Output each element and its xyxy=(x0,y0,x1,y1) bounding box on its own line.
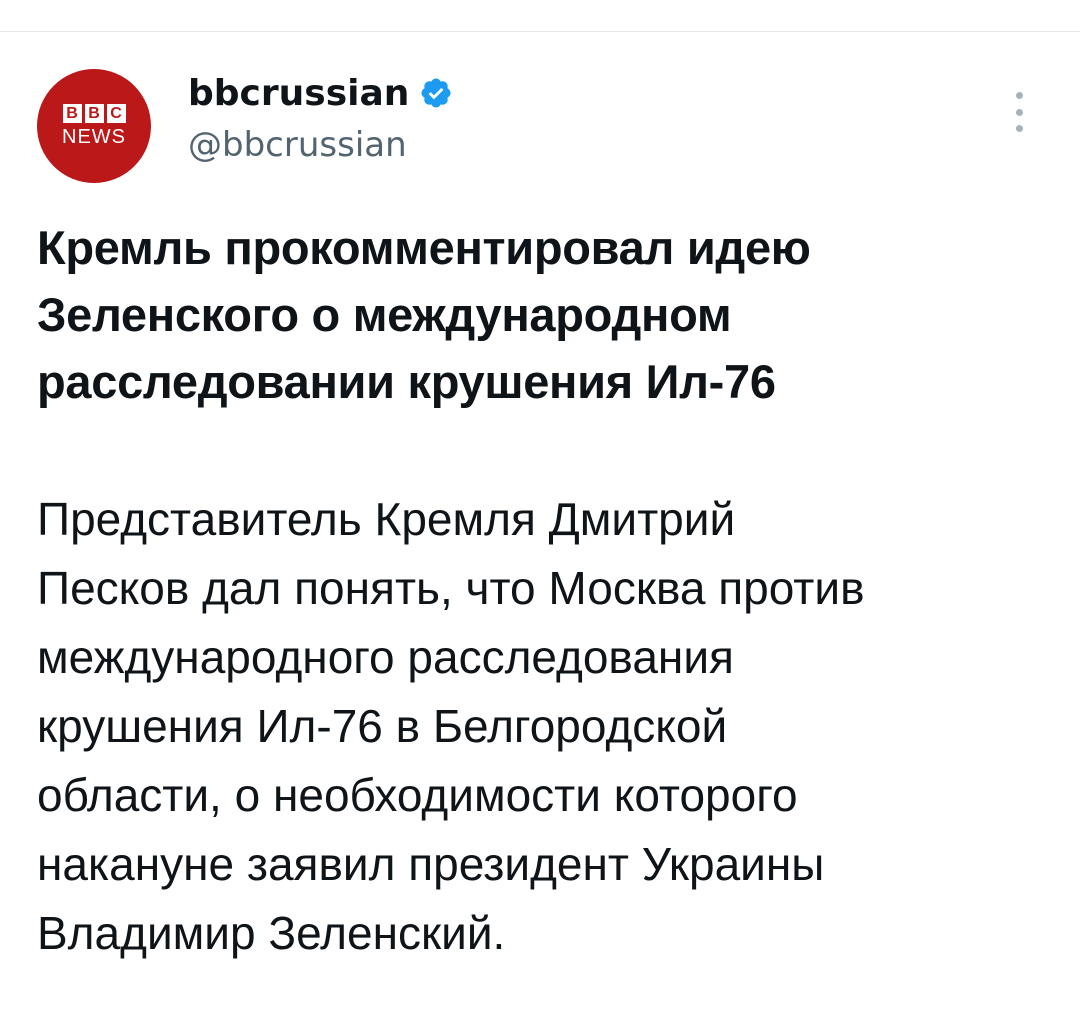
tweet-headline: Кремль прокомментировал идею Зеленского … xyxy=(37,221,811,408)
author-handle[interactable]: @bbcrussian xyxy=(188,125,407,165)
bbc-logo-letter: C xyxy=(106,104,126,123)
tweet-body: Представитель Кремля Дмитрий Песков дал … xyxy=(37,493,865,959)
verified-badge-icon xyxy=(419,76,453,110)
more-dot xyxy=(1015,108,1023,116)
top-divider xyxy=(0,31,1080,32)
bbc-logo-blocks: B B C xyxy=(62,104,126,123)
bbc-logo-letter: B xyxy=(62,104,82,123)
bbc-logo-letter: B xyxy=(84,104,104,123)
more-dot xyxy=(1015,125,1023,132)
avatar[interactable]: B B C NEWS xyxy=(37,69,151,183)
more-vertical-icon[interactable] xyxy=(1012,92,1026,132)
more-dot xyxy=(1015,92,1023,99)
author-name-row: bbcrussian xyxy=(188,69,453,117)
bbc-logo-news: NEWS xyxy=(62,126,126,148)
tweet-text: Кремль прокомментировал идею Зеленского … xyxy=(37,214,1047,968)
author-display-name[interactable]: bbcrussian xyxy=(188,73,409,114)
